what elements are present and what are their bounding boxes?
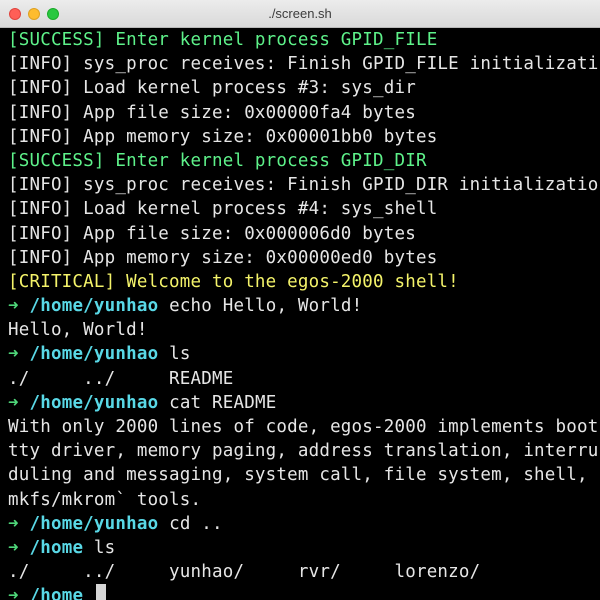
active-prompt-line: ➜ /home bbox=[8, 584, 600, 600]
info-log-line: [INFO] Load kernel process #3: sys_dir bbox=[8, 78, 416, 99]
prompt-line: ➜ /home/yunhao ls bbox=[8, 342, 600, 366]
output-log-line: mkfs/mkrom` tools. bbox=[8, 489, 202, 510]
prompt-line: ➜ /home/yunhao cd .. bbox=[8, 512, 600, 536]
command-text: ls bbox=[83, 537, 116, 558]
output-log-line: With only 2000 lines of code, egos-2000 … bbox=[8, 417, 599, 437]
info-log-line: [INFO] sys_proc receives: Finish GPID_DI… bbox=[8, 175, 599, 196]
info-log-line: [INFO] App file size: 0x000006d0 bytes bbox=[8, 223, 416, 244]
prompt-line: ➜ /home/yunhao echo Hello, World! bbox=[8, 294, 600, 318]
command-text: cat README bbox=[158, 392, 277, 413]
terminal-output[interactable]: [SUCCESS] Enter kernel process GPID_FILE… bbox=[0, 28, 600, 600]
critical-log-line: [CRITICAL] Welcome to the egos-2000 shel… bbox=[8, 271, 459, 292]
title-bar: ./screen.sh bbox=[0, 0, 600, 28]
prompt-path: /home bbox=[29, 586, 84, 600]
output-log-line: ./ ../ yunhao/ rvr/ lorenzo/ bbox=[8, 562, 481, 583]
output-log-line: duling and messaging, system call, file … bbox=[8, 465, 599, 486]
prompt-path: /home/yunhao bbox=[29, 296, 159, 317]
window-title: ./screen.sh bbox=[268, 6, 332, 21]
terminal-window: ./screen.sh [SUCCESS] Enter kernel proce… bbox=[0, 0, 600, 600]
info-log-line: [INFO] Load kernel process #4: sys_shell bbox=[8, 199, 438, 220]
prompt-arrow-icon: ➜ bbox=[8, 392, 19, 413]
prompt-path: /home bbox=[29, 537, 84, 558]
info-log-line: [INFO] App file size: 0x00000fa4 bytes bbox=[8, 102, 416, 123]
output-log-line: ./ ../ README bbox=[8, 368, 234, 389]
output-log-line: Hello, World! bbox=[8, 320, 148, 341]
prompt-arrow-icon: ➜ bbox=[8, 344, 19, 365]
prompt-line: ➜ /home/yunhao cat README bbox=[8, 391, 600, 415]
prompt-path: /home/yunhao bbox=[29, 344, 159, 365]
prompt-arrow-icon: ➜ bbox=[8, 513, 19, 534]
info-log-line: [INFO] App memory size: 0x00000ed0 bytes bbox=[8, 247, 438, 268]
text-cursor bbox=[95, 584, 106, 600]
prompt-line: ➜ /home ls bbox=[8, 536, 600, 560]
command-text: ls bbox=[158, 344, 191, 365]
command-text: cd .. bbox=[158, 513, 223, 534]
prompt-path: /home/yunhao bbox=[29, 513, 159, 534]
info-log-line: [INFO] App memory size: 0x00001bb0 bytes bbox=[8, 126, 438, 147]
prompt-path: /home/yunhao bbox=[29, 392, 159, 413]
info-log-line: [INFO] sys_proc receives: Finish GPID_FI… bbox=[8, 54, 599, 75]
success-log-line: [SUCCESS] Enter kernel process GPID_FILE bbox=[8, 30, 438, 50]
output-log-line: tty driver, memory paging, address trans… bbox=[8, 441, 599, 462]
command-text: echo Hello, World! bbox=[158, 296, 363, 317]
success-log-line: [SUCCESS] Enter kernel process GPID_DIR bbox=[8, 150, 427, 171]
prompt-arrow-icon: ➜ bbox=[8, 586, 19, 600]
prompt-arrow-icon: ➜ bbox=[8, 537, 19, 558]
command-text[interactable] bbox=[83, 586, 94, 600]
prompt-arrow-icon: ➜ bbox=[8, 296, 19, 317]
